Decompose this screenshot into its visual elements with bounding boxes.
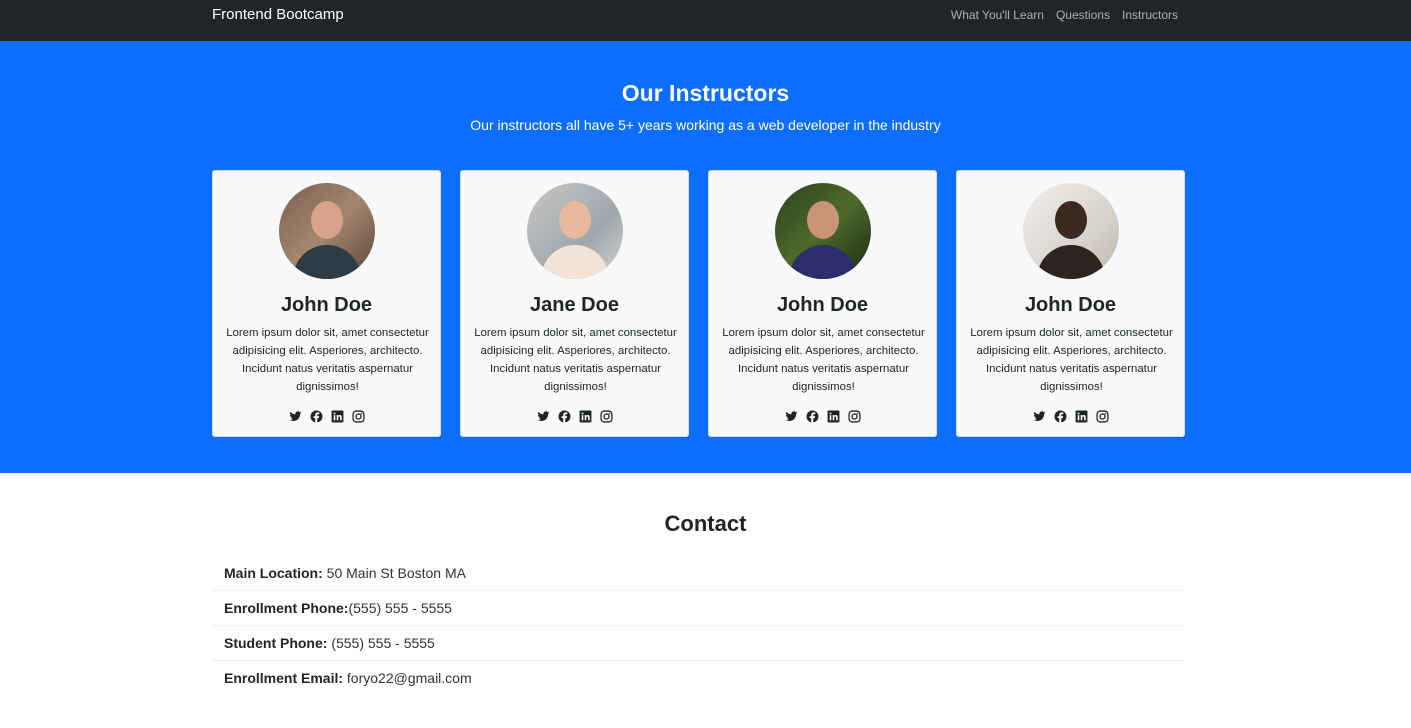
social-links	[213, 410, 440, 423]
instagram-icon[interactable]	[1095, 410, 1109, 423]
twitter-icon[interactable]	[785, 410, 798, 423]
nav-links: What You'll Learn Questions Instructors	[951, 8, 1178, 22]
twitter-icon[interactable]	[537, 410, 550, 423]
instructors-title: Our Instructors	[621, 80, 790, 106]
contact-value: (555) 555 - 5555	[327, 635, 435, 651]
contact-item-enrollment-email: Enrollment Email: foryo22@gmail.com	[212, 661, 1184, 696]
nav-link-what-youll-learn[interactable]: What You'll Learn	[951, 8, 1044, 22]
nav-link-questions[interactable]: Questions	[1056, 8, 1110, 22]
instructor-avatar	[1023, 183, 1119, 279]
instructor-name: John Doe	[280, 294, 373, 316]
social-links	[957, 410, 1184, 423]
contact-item-main-location: Main Location: 50 Main St Boston MA	[212, 556, 1184, 591]
instructor-avatar	[279, 183, 375, 279]
instructor-name: Jane Doe	[530, 294, 619, 316]
twitter-icon[interactable]	[1033, 410, 1046, 423]
instructor-bio: Lorem ipsum dolor sit, amet consectetur …	[226, 327, 429, 393]
contact-label: Main Location:	[224, 565, 323, 581]
contact-item-enrollment-phone: Enrollment Phone:(555) 555 - 5555	[212, 591, 1184, 626]
contact-list: Main Location: 50 Main St Boston MA Enro…	[212, 556, 1184, 696]
linkedin-icon[interactable]	[1075, 410, 1088, 423]
contact-value: 50 Main St Boston MA	[322, 565, 466, 581]
contact-label: Enrollment Email:	[224, 670, 344, 686]
instructor-avatar	[527, 183, 623, 279]
instagram-icon[interactable]	[847, 410, 861, 423]
instructor-card: John Doe Lorem ipsum dolor sit, amet con…	[708, 170, 937, 437]
instructor-bio: Lorem ipsum dolor sit, amet consectetur …	[970, 327, 1173, 393]
instructor-bio: Lorem ipsum dolor sit, amet consectetur …	[722, 327, 925, 393]
instructors-section: Our Instructors Our instructors all have…	[0, 41, 1411, 473]
nav-link-instructors[interactable]: Instructors	[1122, 8, 1178, 22]
social-links	[709, 410, 936, 423]
navbar: Frontend Bootcamp What You'll Learn Ques…	[0, 0, 1411, 41]
facebook-icon[interactable]	[806, 410, 819, 423]
instructor-name: John Doe	[1024, 294, 1117, 316]
instructor-card: John Doe Lorem ipsum dolor sit, amet con…	[956, 170, 1185, 437]
instructor-avatar	[775, 183, 871, 279]
linkedin-icon[interactable]	[827, 410, 840, 423]
linkedin-icon[interactable]	[579, 410, 592, 423]
instructor-name: John Doe	[776, 294, 869, 316]
instructor-card: John Doe Lorem ipsum dolor sit, amet con…	[212, 170, 441, 437]
instagram-icon[interactable]	[599, 410, 613, 423]
facebook-icon[interactable]	[558, 410, 571, 423]
contact-label: Student Phone:	[224, 635, 328, 651]
facebook-icon[interactable]	[1054, 410, 1067, 423]
instructors-subtitle: Our instructors all have 5+ years workin…	[470, 117, 941, 133]
facebook-icon[interactable]	[310, 410, 323, 423]
social-links	[461, 410, 688, 423]
instructor-cards: John Doe Lorem ipsum dolor sit, amet con…	[212, 170, 1185, 437]
contact-title: Contact	[664, 511, 747, 536]
instructor-card: Jane Doe Lorem ipsum dolor sit, amet con…	[460, 170, 689, 437]
contact-label: Enrollment Phone:	[224, 600, 349, 616]
contact-value: (555) 555 - 5555	[348, 600, 452, 616]
instagram-icon[interactable]	[351, 410, 365, 423]
instructor-bio: Lorem ipsum dolor sit, amet consectetur …	[474, 327, 677, 393]
twitter-icon[interactable]	[289, 410, 302, 423]
brand-link[interactable]: Frontend Bootcamp	[212, 6, 344, 24]
linkedin-icon[interactable]	[331, 410, 344, 423]
contact-value: foryo22@gmail.com	[343, 670, 472, 686]
contact-item-student-phone: Student Phone: (555) 555 - 5555	[212, 626, 1184, 661]
